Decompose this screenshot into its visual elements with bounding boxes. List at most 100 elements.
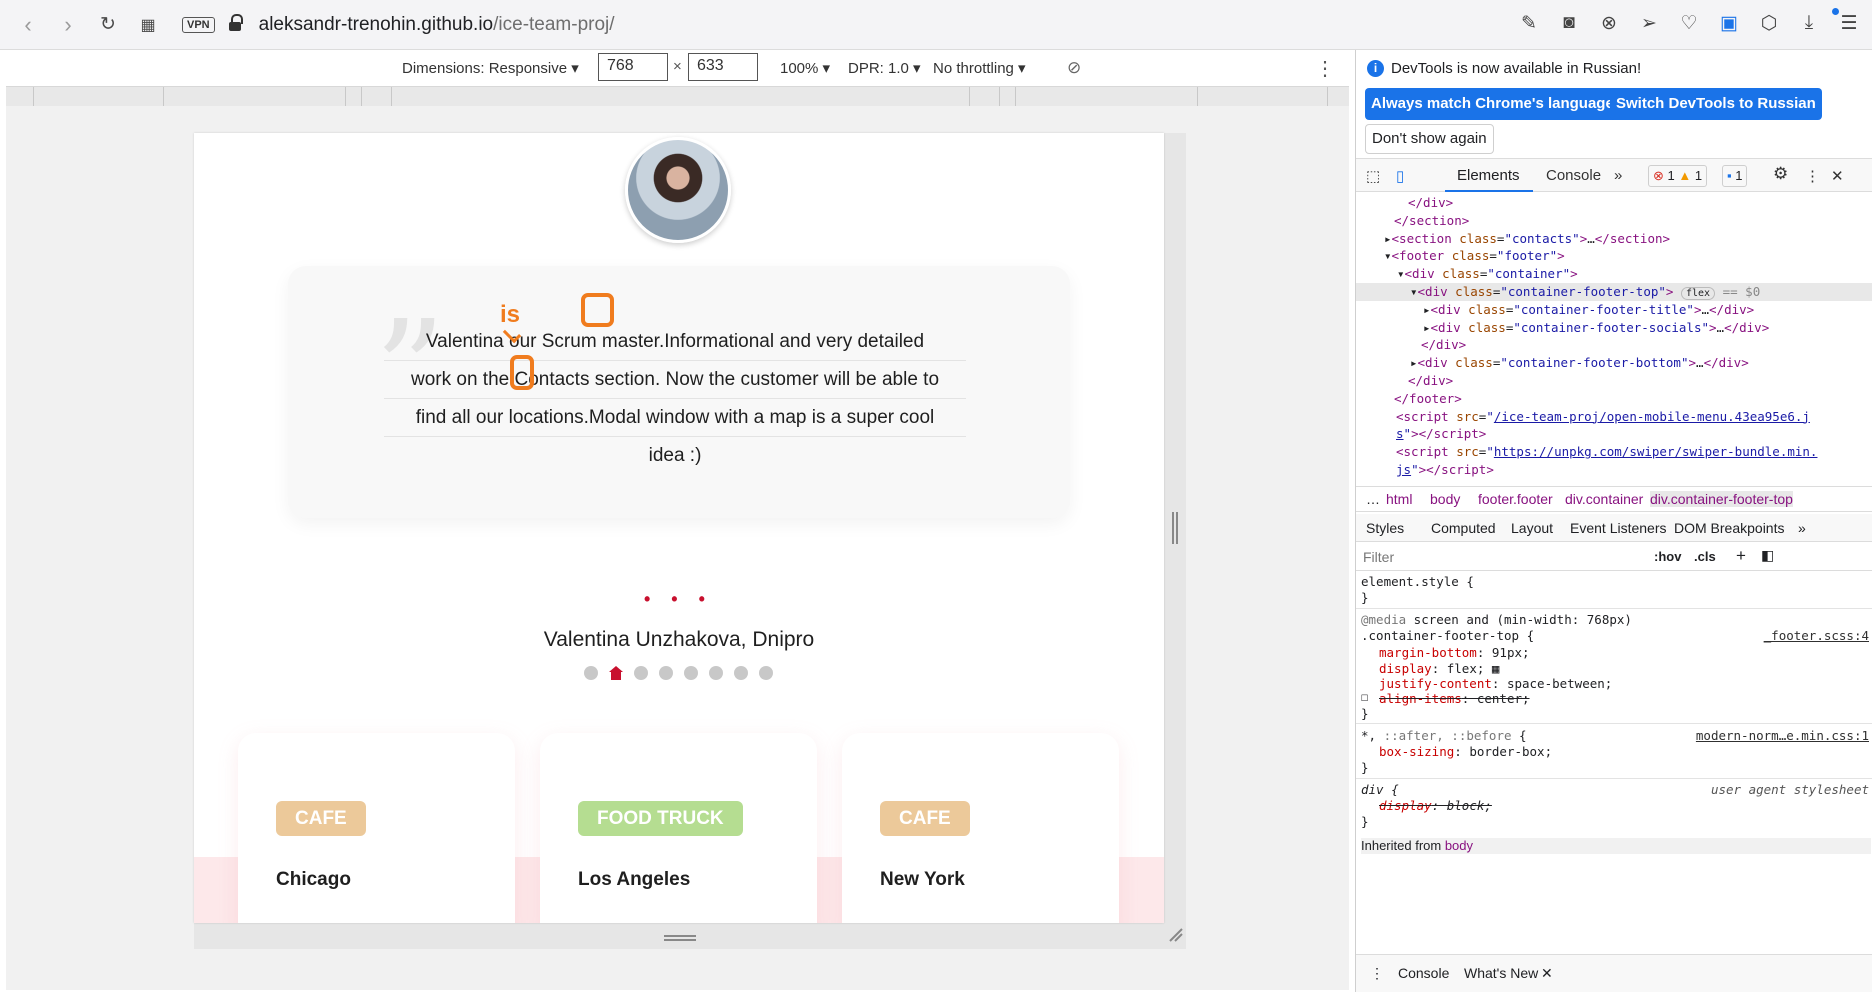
- issues-badge[interactable]: ⊗ 1 ▲ 1: [1648, 165, 1708, 187]
- pagination-dot[interactable]: [709, 666, 723, 680]
- more-options-icon[interactable]: ⋮: [1315, 56, 1335, 81]
- pagination-dot[interactable]: [684, 666, 698, 680]
- dom-node-selected[interactable]: ▾<div class="container-footer-top"> flex…: [1356, 282, 1872, 301]
- extension-icon[interactable]: ▣: [1718, 12, 1740, 35]
- rule-declaration[interactable]: justify-content: space-between;: [1361, 676, 1612, 692]
- breadcrumb-item[interactable]: div.container: [1565, 491, 1643, 507]
- device-toggle-icon[interactable]: ▯: [1396, 167, 1404, 185]
- devtools-menu-icon[interactable]: ⋮: [1805, 167, 1820, 185]
- drawer-menu-icon[interactable]: ⋮: [1370, 965, 1384, 982]
- pagination-dot[interactable]: [734, 666, 748, 680]
- breadcrumb-item[interactable]: footer.footer: [1478, 491, 1553, 507]
- home-icon[interactable]: [609, 666, 623, 680]
- dom-node[interactable]: </footer>: [1356, 390, 1872, 408]
- dpr-select[interactable]: DPR: 1.0 ▾: [848, 59, 921, 77]
- rule-source-link[interactable]: modern-norm…e.min.css:1: [1696, 728, 1869, 744]
- rule-declaration[interactable]: margin-bottom: 91px;: [1361, 645, 1530, 661]
- forward-icon[interactable]: ›: [48, 5, 88, 45]
- edit-icon[interactable]: ✎: [1518, 12, 1540, 35]
- match-language-button[interactable]: Always match Chrome's language: [1365, 88, 1620, 120]
- rule-selector[interactable]: element.style {: [1361, 574, 1474, 590]
- lock-icon[interactable]: [228, 13, 243, 31]
- close-devtools-icon[interactable]: ✕: [1831, 167, 1844, 185]
- breadcrumb-item-active[interactable]: div.container-footer-top: [1650, 491, 1793, 507]
- switch-language-button[interactable]: Switch DevTools to Russian: [1610, 88, 1822, 120]
- tabs-grid-icon[interactable]: ▦: [128, 5, 168, 45]
- drawer-tab-console[interactable]: Console: [1398, 965, 1449, 981]
- more-tabs-icon[interactable]: »: [1798, 520, 1806, 536]
- pagination-dot[interactable]: [659, 666, 673, 680]
- dom-node[interactable]: js"></script>: [1356, 461, 1872, 479]
- tab-console[interactable]: Console: [1546, 167, 1601, 184]
- tab-styles[interactable]: Styles: [1366, 520, 1404, 536]
- settings-gear-icon[interactable]: ⚙: [1773, 164, 1788, 184]
- dom-node[interactable]: ▾<footer class="footer">: [1356, 247, 1872, 265]
- rule-selector[interactable]: *, ::after, ::before {: [1361, 728, 1527, 744]
- location-card[interactable]: FOOD TRUCK Los Angeles: [540, 733, 817, 923]
- rule-source-link[interactable]: _footer.scss:4: [1764, 628, 1869, 644]
- send-icon[interactable]: ➢: [1638, 12, 1660, 35]
- dom-node[interactable]: ▸<div class="container-footer-bottom">…<…: [1356, 354, 1872, 372]
- camera-icon[interactable]: ◙: [1558, 12, 1580, 35]
- vpn-badge[interactable]: VPN: [182, 16, 215, 33]
- css-rules[interactable]: element.style { } @media screen and (min…: [1356, 572, 1872, 952]
- tab-computed[interactable]: Computed: [1431, 520, 1496, 536]
- reload-icon[interactable]: ↻: [88, 5, 128, 45]
- filter-input[interactable]: Filter: [1363, 549, 1394, 565]
- pagination-dot[interactable]: [634, 666, 648, 680]
- hov-button[interactable]: :hov: [1654, 549, 1681, 564]
- breadcrumb-overflow[interactable]: …: [1366, 491, 1380, 507]
- flex-badge[interactable]: flex: [1680, 286, 1716, 300]
- media-query-ruler[interactable]: [6, 86, 1349, 107]
- breadcrumb-item[interactable]: html: [1386, 491, 1412, 507]
- tab-elements[interactable]: Elements: [1457, 167, 1520, 184]
- tab-event-listeners[interactable]: Event Listeners: [1570, 520, 1667, 536]
- dom-node[interactable]: s"></script>: [1356, 425, 1872, 443]
- resize-handle-horizontal[interactable]: [664, 935, 696, 941]
- width-input[interactable]: 768: [598, 53, 668, 81]
- tab-layout[interactable]: Layout: [1511, 520, 1553, 536]
- download-icon[interactable]: ⤓: [1798, 12, 1820, 35]
- drawer-tab-whats-new[interactable]: What's New: [1464, 965, 1538, 981]
- pagination-dot[interactable]: [584, 666, 598, 680]
- dimensions-select[interactable]: Dimensions: Responsive ▾: [402, 59, 579, 77]
- rule-declaration[interactable]: display: flex; ▦: [1361, 661, 1499, 677]
- back-icon[interactable]: ‹: [8, 5, 48, 45]
- resize-corner-icon[interactable]: [1168, 927, 1184, 943]
- box-icon[interactable]: ⬡: [1758, 12, 1780, 35]
- zoom-select[interactable]: 100% ▾: [780, 59, 830, 77]
- tab-dom-breakpoints[interactable]: DOM Breakpoints: [1674, 520, 1784, 536]
- dom-node[interactable]: </section>: [1356, 212, 1872, 230]
- rotate-icon[interactable]: ⊘: [1067, 58, 1081, 78]
- heart-icon[interactable]: ♡: [1678, 12, 1700, 35]
- add-rule-icon[interactable]: +: [1736, 546, 1746, 566]
- dont-show-again-button[interactable]: Don't show again: [1365, 124, 1494, 154]
- pagination-dot[interactable]: [759, 666, 773, 680]
- rule-declaration-disabled[interactable]: display: block;: [1361, 798, 1492, 814]
- location-card[interactable]: CAFE Chicago: [238, 733, 515, 923]
- dom-node[interactable]: ▾<div class="container">: [1356, 265, 1872, 283]
- rule-selector[interactable]: .container-footer-top {: [1361, 628, 1534, 644]
- resize-handle-vertical[interactable]: [1172, 512, 1178, 544]
- messages-badge[interactable]: ▪ 1: [1722, 165, 1748, 187]
- dom-node[interactable]: <script src="https://unpkg.com/swiper/sw…: [1356, 443, 1872, 461]
- rule-media[interactable]: @media screen and (min-width: 768px): [1361, 612, 1632, 628]
- dom-node[interactable]: <script src="/ice-team-proj/open-mobile-…: [1356, 408, 1872, 426]
- menu-icon[interactable]: ☰: [1838, 12, 1860, 35]
- rule-selector[interactable]: div {: [1361, 782, 1399, 798]
- close-drawer-tab-icon[interactable]: ✕: [1541, 965, 1553, 982]
- inspect-icon[interactable]: ⬚: [1366, 167, 1380, 185]
- rule-declaration[interactable]: box-sizing: border-box;: [1361, 744, 1552, 760]
- dom-node[interactable]: </div>: [1356, 194, 1872, 212]
- rule-declaration-disabled[interactable]: align-items: center;: [1361, 691, 1530, 707]
- breadcrumb-item[interactable]: body: [1430, 491, 1460, 507]
- cls-button[interactable]: .cls: [1694, 549, 1716, 564]
- dom-node[interactable]: </div>: [1356, 336, 1872, 354]
- height-input[interactable]: 633: [688, 53, 758, 81]
- dom-node[interactable]: ▸<section class="contacts">…</section>: [1356, 230, 1872, 248]
- toggle-sidebar-icon[interactable]: ◧: [1761, 547, 1774, 564]
- address-bar[interactable]: aleksandr-trenohin.github.io/ice-team-pr…: [259, 14, 615, 36]
- inherited-element[interactable]: body: [1445, 838, 1473, 853]
- dom-node[interactable]: ▸<div class="container-footer-title">…</…: [1356, 301, 1872, 319]
- dom-node[interactable]: ▸<div class="container-footer-socials">……: [1356, 319, 1872, 337]
